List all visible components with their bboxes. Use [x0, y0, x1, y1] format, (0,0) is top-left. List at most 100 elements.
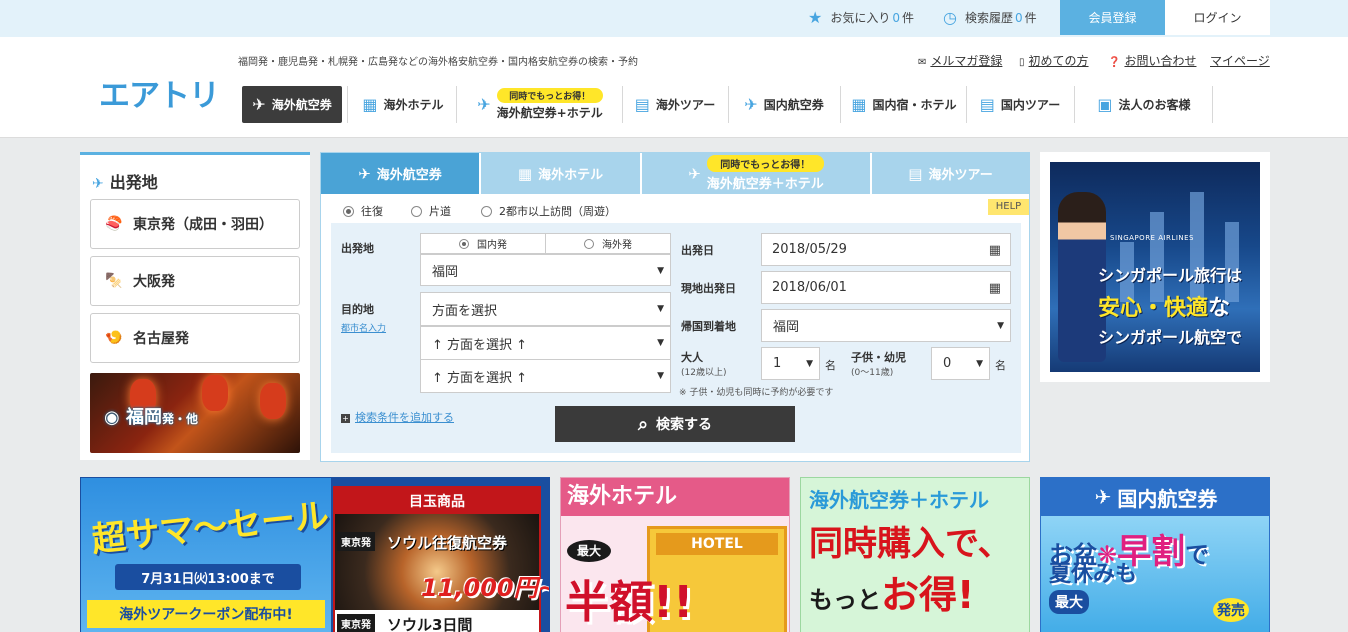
domestic-banner-title: ✈ 国内航空券 [1094, 485, 1218, 511]
depart-osaka-button[interactable]: 🍢 大阪発 [90, 256, 300, 306]
singapore-airlines-ad[interactable]: SINGAPORE AIRLINES シンガポール旅行は 安心・快適な シンガポ… [1040, 152, 1270, 382]
trip-multicity-radio[interactable]: 2都市以上訪問（周遊） [481, 203, 616, 219]
nav-intl-tours[interactable]: ▤ 海外ツアー [626, 86, 724, 123]
arrival-select[interactable]: 福岡 ▼ [761, 309, 1011, 342]
nav-divider [347, 86, 348, 123]
trip-roundtrip-radio[interactable]: 往復 [343, 203, 383, 219]
nav-intl-flight-hotel[interactable]: ✈ 同時でもっとお得！ 海外航空券+ホテル [460, 86, 620, 123]
nav-intl-hotels[interactable]: ▦ 海外ホテル [350, 86, 456, 123]
adult-unit: 名 [825, 359, 836, 372]
destination-select-3[interactable]: ↑ 方面を選択 ↑ ▼ [420, 359, 671, 393]
dropdown-arrow-icon: ▼ [657, 304, 664, 314]
depart-date-field[interactable]: 2018/05/29 ▦ [761, 233, 1011, 266]
book-icon: ▯ [1019, 57, 1025, 68]
luggage-icon: ▤ [634, 95, 650, 114]
summer-sale-banner[interactable]: 超サマ〜セール 7月31日㈫13:00まで 海外ツアークーポン配布中! 目玉商品… [80, 477, 550, 632]
nav-domestic-tours[interactable]: ▤ 国内ツアー [970, 86, 1070, 123]
depart-tokyo-button[interactable]: 🍣 東京発（成田・羽田） [90, 199, 300, 249]
help-button[interactable]: HELP [988, 199, 1029, 215]
plane-icon: ✈ [252, 95, 266, 114]
nav-intl-flights[interactable]: ✈ 海外航空券 [242, 86, 342, 123]
search-button[interactable]: ⌕ 検索する [555, 406, 795, 442]
child-note: ※ 子供・幼児も同時に予約が必要です [679, 388, 834, 398]
mail-icon: ✉ [918, 57, 927, 68]
calendar-icon[interactable]: ▦ [989, 243, 1001, 258]
favorites-link[interactable]: ★ お気に入り 0 件 [808, 0, 914, 35]
tab-intl-hotels[interactable]: ▦ 海外ホテル [480, 153, 640, 194]
city-name-input-link[interactable]: 都市名入力 [341, 321, 386, 334]
domestic-flights-banner[interactable]: ✈ 国内航空券 お盆❋早割で 夏休みも 最大 発売 [1040, 477, 1270, 632]
top-utility-bar: ★ お気に入り 0 件 ◷ 検索履歴 0 件 会員登録 ログイン [0, 0, 1348, 37]
nav-divider [1212, 86, 1213, 123]
return-date-label: 現地出発日 [681, 282, 736, 295]
depart-fukuoka-banner[interactable]: ◉ 福岡発・他 [90, 373, 300, 453]
calendar-icon[interactable]: ▦ [989, 281, 1001, 296]
adult-label: 大人 (12歳以上) [681, 351, 727, 378]
plane-icon: ✈ [744, 95, 758, 114]
luggage-icon: ▤ [908, 164, 923, 183]
building-icon: ▦ [517, 164, 533, 183]
nav-domestic-flights[interactable]: ✈ 国内航空券 [732, 86, 836, 123]
nav-divider [966, 86, 967, 123]
destination-select-2[interactable]: ↑ 方面を選択 ↑ ▼ [420, 326, 671, 360]
site-header: エアトリ 福岡発・鹿児島発・札幌発・広島発などの海外格安航空券・国内格安航空券の… [0, 37, 1348, 138]
hotel-banner-title: 海外ホテル [561, 478, 789, 516]
departure-title: ✈ 出発地 [92, 173, 158, 192]
plus-icon: + [341, 414, 350, 423]
origin-tag: 東京発 [337, 614, 375, 632]
tab-intl-tours[interactable]: ▤ 海外ツアー [871, 153, 1029, 194]
tab-intl-flight-hotel[interactable]: ✈ 同時でもっとお得！ 海外航空券＋ホテル [641, 153, 870, 194]
overseas-hotel-banner[interactable]: 海外ホテル HOTEL 最大 半額!! [560, 477, 790, 632]
site-logo[interactable]: エアトリ [99, 70, 220, 115]
destination-select-1[interactable]: 方面を選択 ▼ [420, 292, 671, 326]
nav-domestic-hotels[interactable]: ▦ 国内宿・ホテル [844, 86, 964, 123]
nav-promo-badge: 同時でもっとお得！ [496, 88, 603, 103]
origin-overseas-radio[interactable]: 海外発 [545, 233, 671, 254]
flight-hotel-banner[interactable]: 海外航空券＋ホテル 同時購入で、 もっとお得! [800, 477, 1030, 632]
search-history-link[interactable]: ◷ 検索履歴 0 件 [943, 0, 1037, 35]
contact-link[interactable]: ❓ お問い合わせ [1108, 52, 1196, 69]
login-button[interactable]: ログイン [1165, 0, 1270, 35]
add-condition-link[interactable]: + 検索条件を追加する [341, 409, 454, 425]
plane-icon: ✈ [1094, 485, 1112, 509]
header-tagline: 福岡発・鹿児島発・札幌発・広島発などの海外格安航空券・国内格安航空券の検索・予約 [238, 57, 638, 68]
child-count-select[interactable]: 0 ▼ [931, 347, 990, 380]
return-date-field[interactable]: 2018/06/01 ▦ [761, 271, 1011, 304]
origin-tag: 東京発 [337, 532, 375, 551]
newsletter-link[interactable]: ✉ メルマガ登録 [918, 52, 1002, 69]
child-unit: 名 [995, 359, 1006, 372]
adult-count-select[interactable]: 1 ▼ [761, 347, 820, 380]
child-label: 子供・幼児 (0〜11歳) [851, 351, 906, 378]
trip-type-row: 往復 片道 2都市以上訪問（周遊） HELP [331, 194, 1029, 223]
nav-corporate[interactable]: ▣ 法人のお客様 [1088, 86, 1200, 123]
origin-label: 出発地 [341, 242, 374, 255]
tab-promo-badge: 同時でもっとお得！ [706, 155, 824, 172]
lantern-decoration [202, 375, 228, 411]
sale-date: 7月31日㈫13:00まで [115, 564, 301, 590]
takoyaki-icon: 🍢 [105, 273, 123, 289]
depart-nagoya-button[interactable]: 🍤 名古屋発 [90, 313, 300, 363]
sale-price: 11,000円~ [421, 574, 550, 602]
plane-icon: ✈ [358, 164, 371, 183]
trip-oneway-radio[interactable]: 片道 [411, 203, 451, 219]
origin-domestic-radio[interactable]: 国内発 [420, 233, 546, 254]
dropdown-arrow-icon: ▼ [976, 359, 983, 369]
lantern-decoration [260, 383, 286, 419]
plane-hotel-icon: ✈ [688, 164, 701, 183]
first-time-link[interactable]: ▯ 初めての方 [1019, 52, 1089, 69]
mypage-link[interactable]: マイページ [1210, 52, 1270, 69]
pin-icon: ◉ [104, 407, 126, 428]
origin-select[interactable]: 福岡 ▼ [420, 254, 671, 286]
nav-divider [728, 86, 729, 123]
register-button[interactable]: 会員登録 [1060, 0, 1165, 35]
arrival-label: 帰国到着地 [681, 320, 736, 333]
dropdown-arrow-icon: ▼ [806, 359, 813, 369]
history-count: 0 [1014, 10, 1023, 25]
building-icon: ▦ [362, 95, 378, 114]
dropdown-arrow-icon: ▼ [657, 338, 664, 348]
nav-divider [622, 86, 623, 123]
departure-sidebar: ✈ 出発地 🍣 東京発（成田・羽田） 🍢 大阪発 🍤 名古屋発 ◉ 福岡発・他 [80, 152, 310, 460]
question-icon: ❓ [1108, 57, 1121, 68]
sushi-icon: 🍣 [105, 216, 123, 232]
tab-intl-flights[interactable]: ✈ 海外航空券 [321, 153, 479, 194]
